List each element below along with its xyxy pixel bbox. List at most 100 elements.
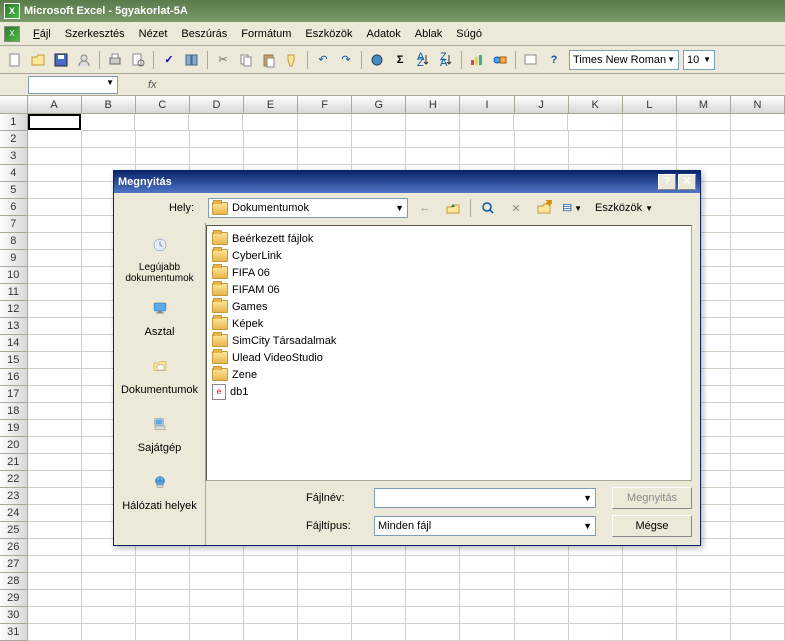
- cell[interactable]: [569, 607, 623, 624]
- font-size-select[interactable]: 10▼: [683, 50, 715, 70]
- file-item[interactable]: FIFAM 06: [211, 281, 687, 298]
- cell[interactable]: [731, 233, 785, 250]
- cell[interactable]: [731, 437, 785, 454]
- cell[interactable]: [244, 607, 298, 624]
- cut-icon[interactable]: ✂: [212, 49, 234, 71]
- cell[interactable]: [298, 556, 352, 573]
- dialog-titlebar[interactable]: Megnyitás ? ✕: [114, 171, 700, 193]
- cell[interactable]: [28, 352, 82, 369]
- row-header[interactable]: 9: [0, 250, 28, 267]
- cell[interactable]: [136, 131, 190, 148]
- cell[interactable]: [190, 131, 244, 148]
- cell[interactable]: [244, 556, 298, 573]
- row-header[interactable]: 16: [0, 369, 28, 386]
- row-header[interactable]: 14: [0, 335, 28, 352]
- place-recent[interactable]: Legújabb dokumentumok: [120, 229, 200, 285]
- cell[interactable]: [28, 165, 82, 182]
- row-header[interactable]: 18: [0, 403, 28, 420]
- cell[interactable]: [28, 556, 82, 573]
- cell[interactable]: [82, 624, 136, 641]
- cell[interactable]: [298, 624, 352, 641]
- cell[interactable]: [352, 148, 406, 165]
- cell[interactable]: [136, 573, 190, 590]
- cell[interactable]: [731, 114, 785, 131]
- file-item[interactable]: Képek: [211, 315, 687, 332]
- fx-label[interactable]: fx: [148, 79, 157, 91]
- cell[interactable]: [731, 165, 785, 182]
- cell[interactable]: [731, 539, 785, 556]
- cell[interactable]: [28, 420, 82, 437]
- cell[interactable]: [623, 573, 677, 590]
- chart-icon[interactable]: [466, 49, 488, 71]
- row-header[interactable]: 5: [0, 182, 28, 199]
- cell[interactable]: [406, 148, 460, 165]
- cell[interactable]: [515, 131, 569, 148]
- cell[interactable]: [352, 607, 406, 624]
- cell[interactable]: [190, 148, 244, 165]
- column-header[interactable]: J: [515, 96, 569, 113]
- cell[interactable]: [82, 573, 136, 590]
- cell[interactable]: [136, 607, 190, 624]
- cell[interactable]: [515, 556, 569, 573]
- cell[interactable]: [731, 335, 785, 352]
- row-header[interactable]: 22: [0, 471, 28, 488]
- cell[interactable]: [244, 148, 298, 165]
- cell[interactable]: [515, 148, 569, 165]
- cell[interactable]: [677, 607, 731, 624]
- cell[interactable]: [731, 267, 785, 284]
- cell[interactable]: [623, 131, 677, 148]
- row-header[interactable]: 12: [0, 301, 28, 318]
- cell[interactable]: [515, 573, 569, 590]
- cell[interactable]: [298, 590, 352, 607]
- row-header[interactable]: 6: [0, 199, 28, 216]
- row-header[interactable]: 7: [0, 216, 28, 233]
- cell[interactable]: [28, 284, 82, 301]
- views-icon[interactable]: ▼: [561, 197, 583, 219]
- cell[interactable]: [28, 505, 82, 522]
- cell[interactable]: [731, 522, 785, 539]
- cell[interactable]: [28, 369, 82, 386]
- cell[interactable]: [406, 624, 460, 641]
- cell[interactable]: [190, 607, 244, 624]
- cell[interactable]: [731, 148, 785, 165]
- cell[interactable]: [569, 131, 623, 148]
- cell[interactable]: [460, 114, 514, 131]
- tools-dropdown[interactable]: Eszközök▼: [589, 200, 659, 216]
- cell[interactable]: [28, 488, 82, 505]
- cell[interactable]: [136, 590, 190, 607]
- research-icon[interactable]: [181, 49, 203, 71]
- cell[interactable]: [677, 590, 731, 607]
- cell[interactable]: [731, 403, 785, 420]
- file-item[interactable]: CyberLink: [211, 247, 687, 264]
- cell[interactable]: [731, 216, 785, 233]
- cell[interactable]: [28, 199, 82, 216]
- cell[interactable]: [28, 318, 82, 335]
- cell[interactable]: [677, 573, 731, 590]
- cell[interactable]: [569, 148, 623, 165]
- column-header[interactable]: B: [82, 96, 136, 113]
- permission-icon[interactable]: [73, 49, 95, 71]
- cell[interactable]: [352, 131, 406, 148]
- cell[interactable]: [28, 131, 82, 148]
- cell[interactable]: [569, 590, 623, 607]
- file-item[interactable]: Beérkezett fájlok: [211, 230, 687, 247]
- cell[interactable]: [623, 148, 677, 165]
- cell[interactable]: [352, 573, 406, 590]
- cell[interactable]: [731, 471, 785, 488]
- cell[interactable]: [515, 590, 569, 607]
- cell[interactable]: [28, 403, 82, 420]
- cell[interactable]: [190, 556, 244, 573]
- cell[interactable]: [731, 369, 785, 386]
- cell[interactable]: [244, 624, 298, 641]
- cell[interactable]: [298, 573, 352, 590]
- row-header[interactable]: 29: [0, 590, 28, 607]
- column-header[interactable]: F: [298, 96, 352, 113]
- cell[interactable]: [190, 590, 244, 607]
- cell[interactable]: [731, 573, 785, 590]
- row-header[interactable]: 27: [0, 556, 28, 573]
- cell[interactable]: [406, 590, 460, 607]
- row-header[interactable]: 1: [0, 114, 28, 131]
- cell[interactable]: [28, 182, 82, 199]
- cell[interactable]: [298, 148, 352, 165]
- new-icon[interactable]: [4, 49, 26, 71]
